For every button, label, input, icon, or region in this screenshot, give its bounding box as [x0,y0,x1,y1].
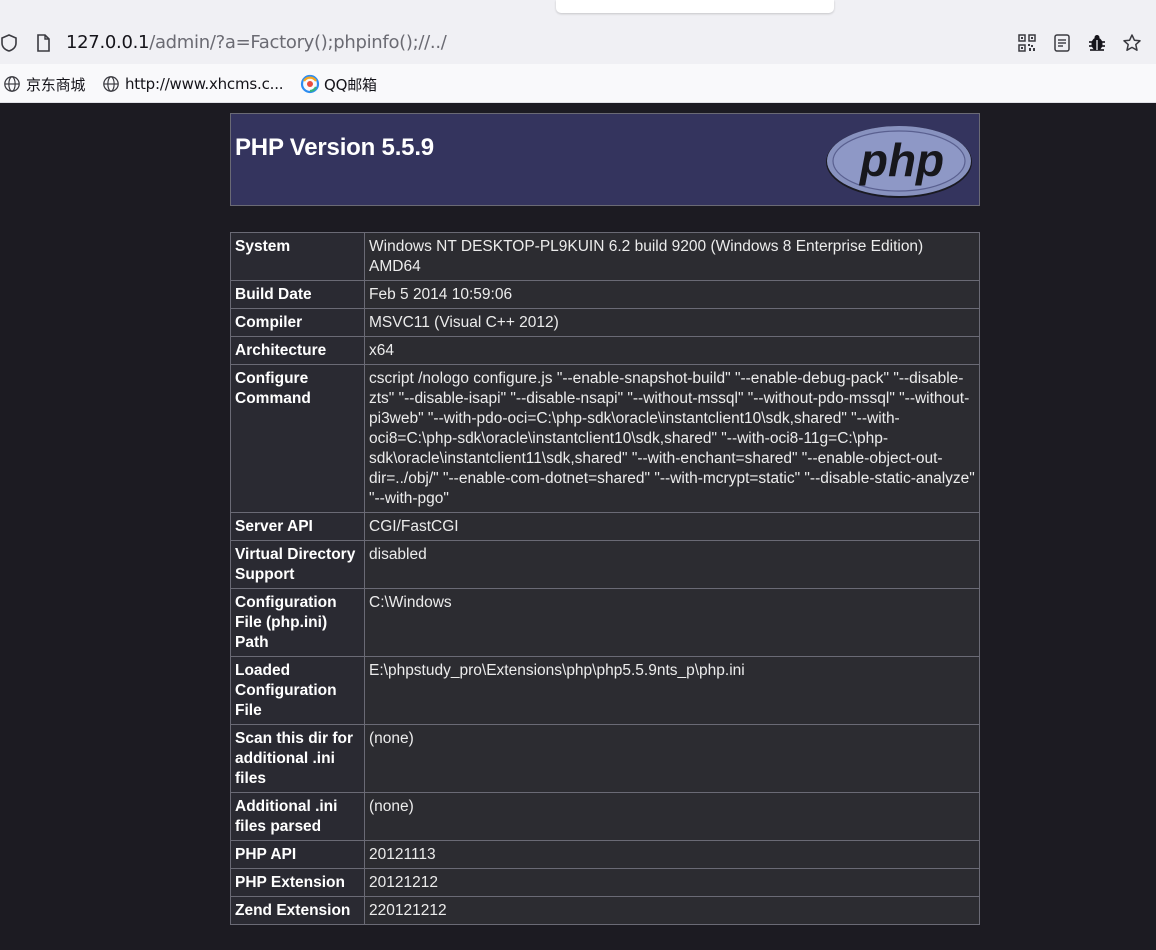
bookmark-jd[interactable]: 京东商城 [2,74,85,94]
row-key: Server API [230,512,365,541]
row-key: PHP API [230,840,365,869]
row-key: Loaded Configuration File [230,656,365,725]
bookmark-label: http://www.xhcms.c... [125,75,284,93]
bookmark-qq-mail[interactable]: QQ邮箱 [300,74,377,94]
row-key: Configuration File (php.ini) Path [230,588,365,657]
php-logo[interactable]: php [824,121,974,201]
address-bar[interactable]: 127.0.0.1/admin/?a=Factory();phpinfo();/… [0,22,1156,64]
page-title: PHP Version 5.5.9 [235,134,434,161]
table-row: PHP API 20121113 [230,840,980,869]
row-value: C:\Windows [364,588,980,657]
row-value: Windows NT DESKTOP-PL9KUIN 6.2 build 920… [364,232,980,281]
row-key: Virtual Directory Support [230,540,365,589]
row-value: disabled [364,540,980,589]
row-value: Feb 5 2014 10:59:06 [364,280,980,309]
active-tab[interactable] [556,0,834,13]
bug-icon[interactable] [1086,32,1108,54]
navigation-bar: 127.0.0.1/admin/?a=Factory();phpinfo();/… [0,22,1156,64]
row-value: (none) [364,792,980,841]
table-row: PHP Extension 20121212 [230,868,980,897]
table-row: Configure Command cscript /nologo configu… [230,364,980,513]
table-row: Architecture x64 [230,336,980,365]
bookmark-label: QQ邮箱 [324,75,377,94]
table-row: Loaded Configuration File E:\phpstudy_pro… [230,656,980,725]
table-row: Additional .ini files parsed (none) [230,792,980,841]
page-content: PHP Version 5.5.9 php System Windows NT D… [0,103,1156,950]
row-value: CGI/FastCGI [364,512,980,541]
row-key: Zend Extension [230,896,365,925]
shield-icon[interactable] [0,32,20,54]
globe-icon [101,74,121,94]
row-key: Additional .ini files parsed [230,792,365,841]
bookmark-label: 京东商城 [26,75,86,94]
tab-strip [0,0,1156,22]
url-host: 127.0.0.1 [66,32,150,53]
table-row: Virtual Directory Support disabled [230,540,980,589]
row-key: System [230,232,365,281]
qq-mail-icon [300,74,320,94]
row-value: 20121113 [364,840,980,869]
table-row: Server API CGI/FastCGI [230,512,980,541]
row-value: 220121212 [364,896,980,925]
row-key: Build Date [230,280,365,309]
bookmarks-toolbar: 京东商城 http://www.xhcms.c... QQ邮箱 [0,64,1156,103]
row-key: Architecture [230,336,365,365]
table-row: Compiler MSVC11 (Visual C++ 2012) [230,308,980,337]
table-row: Configuration File (php.ini) Path C:\Wind… [230,588,980,657]
bookmark-xhcms[interactable]: http://www.xhcms.c... [101,74,284,94]
table-row: Scan this dir for additional .ini files(… [230,724,980,793]
row-key: Scan this dir for additional .ini files [230,724,365,793]
row-value: x64 [364,336,980,365]
phpinfo-table: System Windows NT DESKTOP-PL9KUIN 6.2 bui… [230,232,980,925]
url-text[interactable]: 127.0.0.1/admin/?a=Factory();phpinfo();/… [66,32,447,53]
table-row: System Windows NT DESKTOP-PL9KUIN 6.2 bui… [230,232,980,281]
phpinfo-header: PHP Version 5.5.9 php [230,113,980,206]
row-key: Compiler [230,308,365,337]
row-value: 20121212 [364,868,980,897]
row-key: PHP Extension [230,868,365,897]
url-path: /admin/?a=Factory();phpinfo();//../ [149,32,447,53]
row-value: MSVC11 (Visual C++ 2012) [364,308,980,337]
globe-icon [2,74,22,94]
row-value: (none) [364,724,980,793]
table-row: Zend Extension 220121212 [230,896,980,925]
php-logo-text: php [858,134,944,186]
row-value: cscript /nologo configure.js "--enable-s… [364,364,980,513]
qr-code-icon[interactable] [1016,32,1038,54]
reader-view-icon[interactable] [1051,32,1073,54]
row-value: E:\phpstudy_pro\Extensions\php\php5.5.9n… [364,656,980,725]
table-row: Build Date Feb 5 2014 10:59:06 [230,280,980,309]
bookmark-star-icon[interactable] [1121,32,1143,54]
row-key: Configure Command [230,364,365,513]
page-icon[interactable] [32,32,54,54]
